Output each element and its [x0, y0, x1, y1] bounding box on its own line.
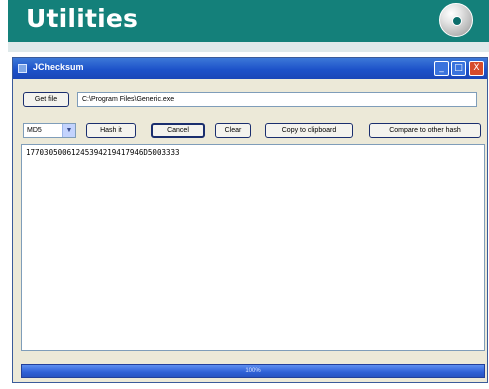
algorithm-selected-value: MD5 — [27, 127, 42, 134]
hash-output-text: 17703050061245394219417946D5003333 — [26, 148, 180, 157]
get-file-button[interactable]: Get file — [23, 92, 69, 107]
clear-button[interactable]: Clear — [215, 123, 251, 138]
window-titlebar[interactable]: JChecksum _ □ X — [13, 58, 487, 79]
maximize-button[interactable]: □ — [451, 61, 466, 76]
algorithm-select[interactable]: MD5 ▼ — [23, 123, 76, 138]
compare-hash-button[interactable]: Compare to other hash — [369, 123, 481, 138]
cancel-button[interactable]: Cancel — [151, 123, 205, 138]
file-path-input[interactable]: C:\Program Files\Generic.exe — [77, 92, 477, 107]
progress-bar: 100% — [21, 364, 485, 378]
window-app-icon — [18, 64, 27, 73]
close-button[interactable]: X — [469, 61, 484, 76]
banner-divider — [8, 42, 489, 52]
section-banner: Utilities — [8, 0, 489, 42]
minimize-button[interactable]: _ — [434, 61, 449, 76]
progress-label: 100% — [245, 368, 261, 374]
cd-disc-icon — [439, 3, 473, 37]
hash-output-area[interactable]: 17703050061245394219417946D5003333 — [21, 144, 485, 351]
chevron-down-icon[interactable]: ▼ — [62, 124, 75, 137]
banner-title: Utilities — [26, 4, 139, 33]
jchecksum-window: JChecksum _ □ X Get file C:\Program File… — [12, 57, 488, 383]
copy-to-clipboard-button[interactable]: Copy to clipboard — [265, 123, 353, 138]
window-title: JChecksum — [33, 62, 84, 72]
hash-it-button[interactable]: Hash it — [86, 123, 136, 138]
